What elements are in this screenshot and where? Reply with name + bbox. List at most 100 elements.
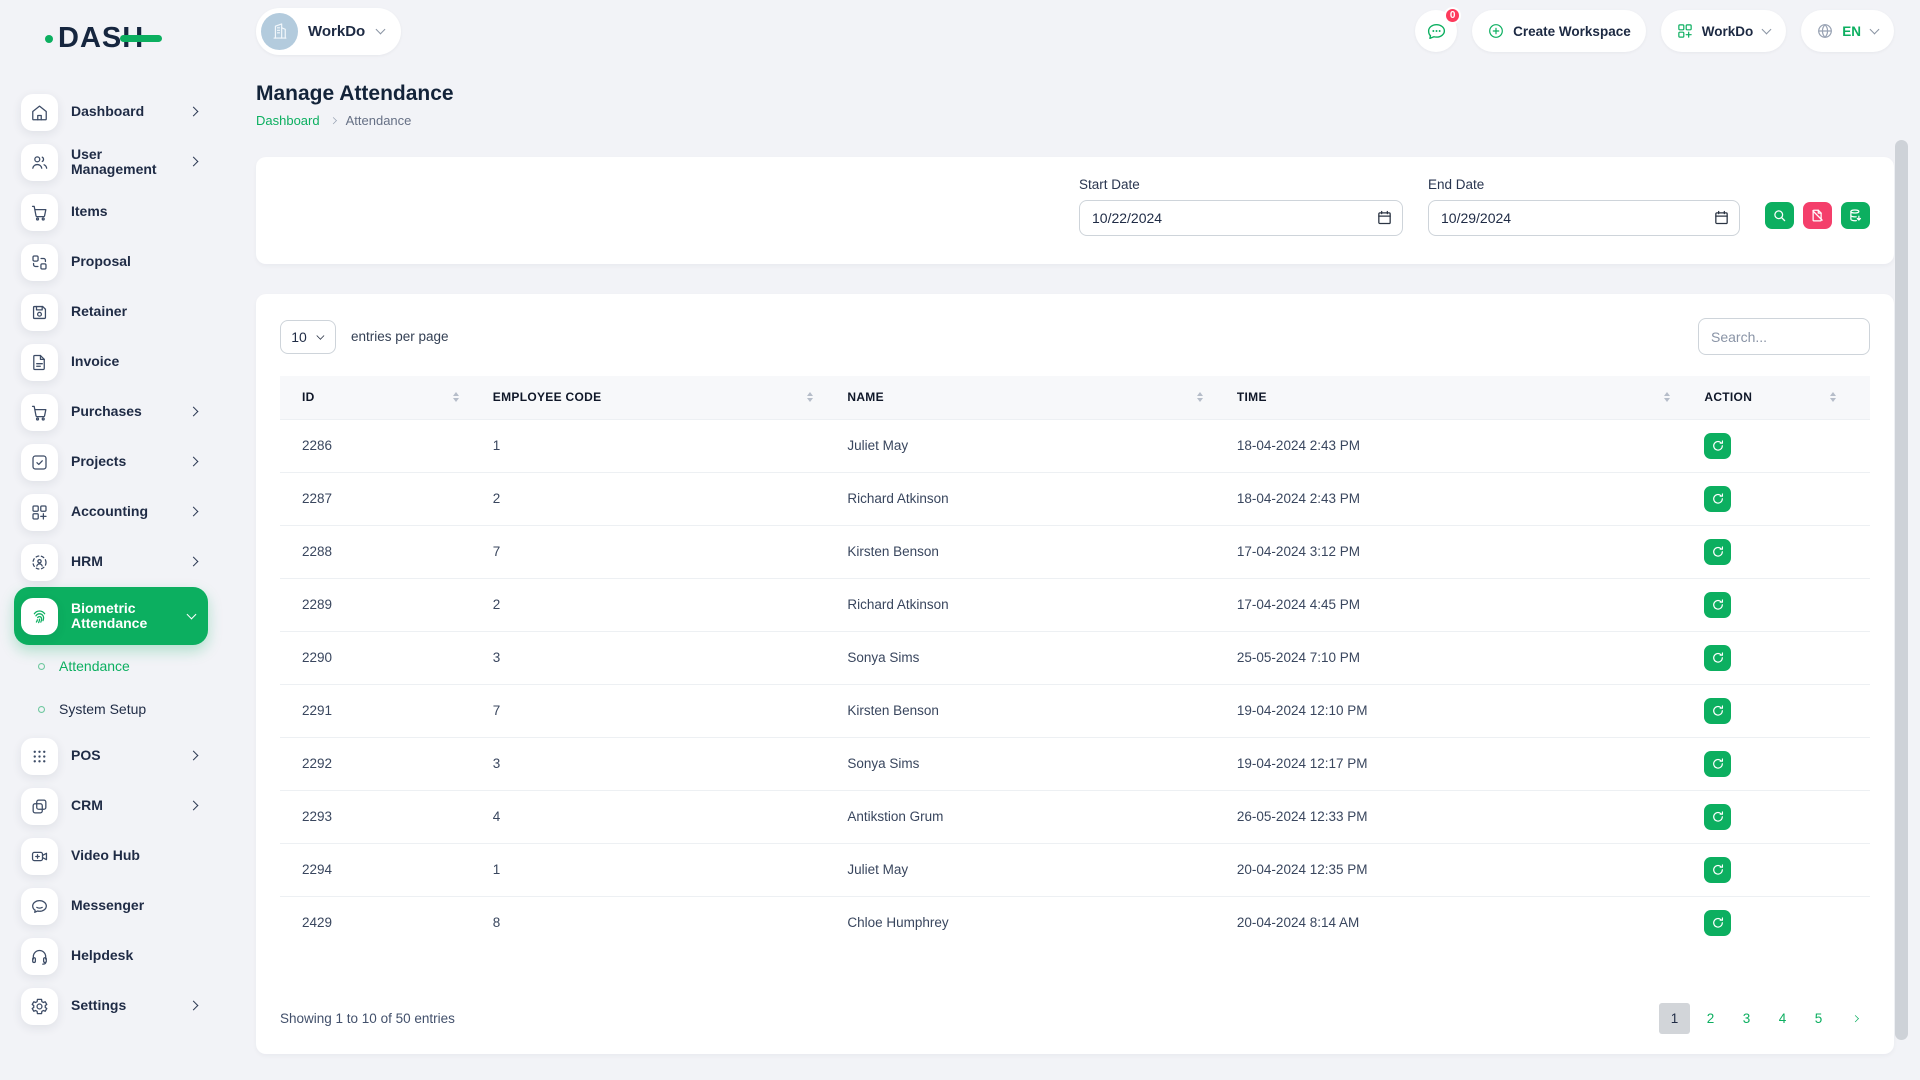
calendar-icon[interactable] bbox=[1713, 209, 1730, 226]
cell-id: 2288 bbox=[280, 525, 471, 578]
sidebar-item[interactable]: Dashboard bbox=[0, 87, 210, 137]
row-sync-button[interactable] bbox=[1704, 486, 1731, 512]
sidebar-item[interactable]: Items bbox=[0, 187, 210, 237]
table-row: 2289 2 Richard Atkinson 17-04-2024 4:45 … bbox=[280, 578, 1870, 631]
cell-name: Kirsten Benson bbox=[825, 525, 1215, 578]
messages-button[interactable]: 0 bbox=[1415, 10, 1457, 52]
sidebar-item[interactable]: Purchases bbox=[0, 387, 210, 437]
sidebar-item-label: Retainer bbox=[71, 304, 127, 319]
sidebar-item[interactable]: Invoice bbox=[0, 337, 210, 387]
page-button[interactable]: 2 bbox=[1695, 1003, 1726, 1034]
cell-name: Chloe Humphrey bbox=[825, 896, 1215, 949]
page-scrollbar[interactable] bbox=[1894, 0, 1920, 1080]
row-sync-button[interactable] bbox=[1704, 645, 1731, 671]
attendance-table: ID EMPLOYEE CODE NAME TIME ACTION 2286 1… bbox=[280, 376, 1870, 949]
sidebar-item-label: Helpdesk bbox=[71, 948, 133, 963]
sidebar-item[interactable]: Attendance bbox=[0, 645, 210, 688]
sync-icon bbox=[1711, 704, 1725, 718]
end-date-input[interactable] bbox=[1428, 200, 1740, 236]
cell-time: 19-04-2024 12:10 PM bbox=[1215, 684, 1682, 737]
dots-grid-icon bbox=[21, 738, 58, 775]
sidebar-item[interactable]: POS bbox=[0, 731, 210, 781]
page-button[interactable]: 5 bbox=[1803, 1003, 1834, 1034]
workspace-switcher[interactable]: WorkDo bbox=[256, 8, 401, 55]
cell-time: 18-04-2024 2:43 PM bbox=[1215, 419, 1682, 472]
cell-time: 19-04-2024 12:17 PM bbox=[1215, 737, 1682, 790]
sidebar-item[interactable]: Video Hub bbox=[0, 831, 210, 881]
sidebar-item[interactable]: Projects bbox=[0, 437, 210, 487]
sidebar-item-label: Messenger bbox=[71, 898, 144, 913]
cell-action bbox=[1682, 843, 1870, 896]
column-header-employee-code[interactable]: EMPLOYEE CODE bbox=[471, 376, 826, 419]
page-button[interactable]: 1 bbox=[1659, 1003, 1690, 1034]
sidebar-item[interactable]: Biometric Attendance bbox=[14, 587, 208, 645]
row-sync-button[interactable] bbox=[1704, 910, 1731, 936]
column-header-id[interactable]: ID bbox=[280, 376, 471, 419]
sidebar-item[interactable]: System Setup bbox=[0, 688, 210, 731]
sync-icon bbox=[1711, 439, 1725, 453]
column-header-action[interactable]: ACTION bbox=[1682, 376, 1870, 419]
plus-circle-icon bbox=[1487, 22, 1505, 40]
cell-id: 2293 bbox=[280, 790, 471, 843]
row-sync-button[interactable] bbox=[1704, 698, 1731, 724]
start-date-field: Start Date bbox=[1079, 177, 1403, 236]
chevron-down-icon bbox=[316, 333, 324, 341]
sort-icon bbox=[453, 392, 459, 402]
chevron-icon bbox=[188, 407, 198, 417]
workspace-menu-button[interactable]: WorkDo bbox=[1661, 10, 1787, 52]
create-workspace-button[interactable]: Create Workspace bbox=[1472, 10, 1646, 52]
entries-per-page-select[interactable]: 10 bbox=[280, 320, 336, 354]
next-page-button[interactable] bbox=[1839, 1003, 1870, 1034]
cell-action bbox=[1682, 472, 1870, 525]
cell-employee-code: 8 bbox=[471, 896, 826, 949]
filter-export-button[interactable] bbox=[1841, 202, 1870, 229]
breadcrumb-home-link[interactable]: Dashboard bbox=[256, 113, 320, 128]
page-button[interactable]: 4 bbox=[1767, 1003, 1798, 1034]
breadcrumb-separator-icon bbox=[329, 117, 336, 124]
filter-clear-button[interactable] bbox=[1803, 202, 1832, 229]
search-icon bbox=[1772, 208, 1787, 223]
sidebar-item[interactable]: Retainer bbox=[0, 287, 210, 337]
sidebar-item-label: Purchases bbox=[71, 404, 142, 419]
calendar-icon[interactable] bbox=[1376, 209, 1393, 226]
sync-icon bbox=[1711, 492, 1725, 506]
sidebar-item[interactable]: User Management bbox=[0, 137, 210, 187]
column-header-time[interactable]: TIME bbox=[1215, 376, 1682, 419]
page-button[interactable]: 3 bbox=[1731, 1003, 1762, 1034]
row-sync-button[interactable] bbox=[1704, 592, 1731, 618]
page-title: Manage Attendance bbox=[256, 82, 1894, 106]
cell-id: 2286 bbox=[280, 419, 471, 472]
sidebar-item[interactable]: Helpdesk bbox=[0, 931, 210, 981]
sidebar-item[interactable]: Messenger bbox=[0, 881, 210, 931]
row-sync-button[interactable] bbox=[1704, 804, 1731, 830]
table-search-input[interactable] bbox=[1698, 318, 1870, 355]
language-button[interactable]: EN bbox=[1801, 10, 1894, 52]
cell-time: 20-04-2024 8:14 AM bbox=[1215, 896, 1682, 949]
row-sync-button[interactable] bbox=[1704, 433, 1731, 459]
cell-id: 2291 bbox=[280, 684, 471, 737]
database-export-icon bbox=[1848, 208, 1863, 223]
sidebar-item[interactable]: HRM bbox=[0, 537, 210, 587]
table-row: 2429 8 Chloe Humphrey 20-04-2024 8:14 AM bbox=[280, 896, 1870, 949]
sidebar-item-label: Dashboard bbox=[71, 104, 144, 119]
row-sync-button[interactable] bbox=[1704, 857, 1731, 883]
cell-name: Juliet May bbox=[825, 843, 1215, 896]
row-sync-button[interactable] bbox=[1704, 539, 1731, 565]
pagination: 12345 bbox=[1654, 1003, 1870, 1034]
cell-action bbox=[1682, 631, 1870, 684]
start-date-input[interactable] bbox=[1079, 200, 1403, 236]
brand-logo[interactable]: DASH bbox=[58, 22, 144, 55]
grid-plus-icon bbox=[1676, 22, 1694, 40]
sidebar-item[interactable]: Proposal bbox=[0, 237, 210, 287]
sort-icon bbox=[1830, 392, 1836, 402]
scrollbar-thumb[interactable] bbox=[1895, 140, 1908, 1040]
dot-icon bbox=[31, 657, 51, 677]
sidebar-item[interactable]: CRM bbox=[0, 781, 210, 831]
column-header-name[interactable]: NAME bbox=[825, 376, 1215, 419]
sidebar-item[interactable]: Accounting bbox=[0, 487, 210, 537]
chevron-icon bbox=[188, 557, 198, 567]
row-sync-button[interactable] bbox=[1704, 751, 1731, 777]
sidebar-item[interactable]: Settings bbox=[0, 981, 210, 1031]
filter-search-button[interactable] bbox=[1765, 202, 1794, 229]
sync-icon bbox=[1711, 916, 1725, 930]
